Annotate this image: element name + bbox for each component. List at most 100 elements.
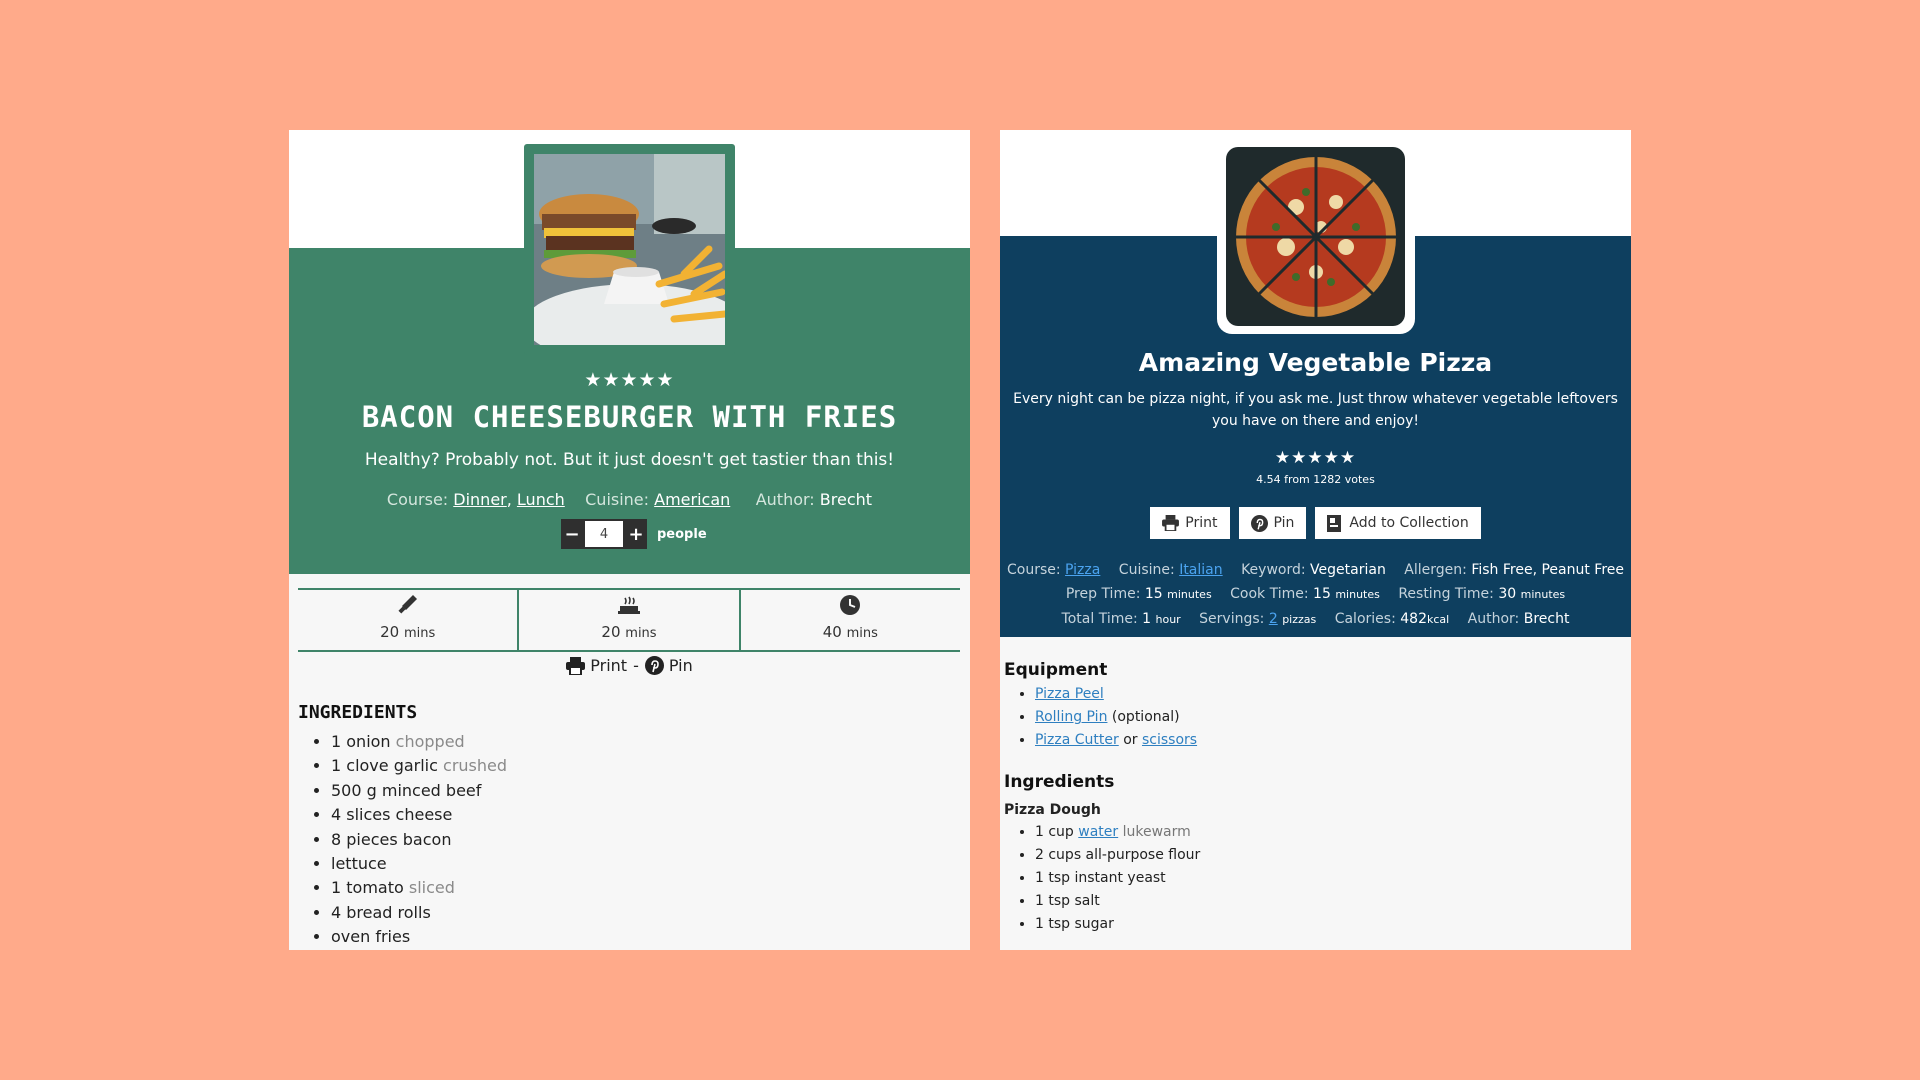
recipe-card-pizza: Amazing Vegetable Pizza Every night can … bbox=[1000, 130, 1631, 950]
total-time-unit: mins bbox=[846, 626, 878, 641]
collection-button-label: Add to Collection bbox=[1349, 515, 1469, 531]
allergen-value: Fish Free, Peanut Free bbox=[1471, 562, 1624, 578]
keyword-value: Vegetarian bbox=[1310, 562, 1386, 578]
recipe-summary: Every night can be pizza night, if you a… bbox=[1013, 391, 1618, 429]
recipe-buttons: Print Pin Add to Collection bbox=[1000, 507, 1631, 539]
pot-icon bbox=[519, 594, 738, 616]
cook-time-value: 20 bbox=[601, 623, 621, 641]
list-item: 1 onion chopped bbox=[331, 730, 507, 754]
pin-button-label: Pin bbox=[1273, 515, 1295, 531]
recipe-actions: Print - Pin bbox=[289, 656, 970, 675]
list-item: 4 bread rolls bbox=[331, 901, 507, 925]
recipe-times: 20 mins 20 mins 40 mins bbox=[298, 588, 960, 652]
recipe-meta: Course: Pizza Cuisine: Italian Keyword: … bbox=[1000, 558, 1631, 632]
meta-row-1: Course: Pizza Cuisine: Italian Keyword: … bbox=[1006, 562, 1624, 578]
meta-row-2: Prep Time: 15 minutes Cook Time: 15 minu… bbox=[1065, 586, 1566, 602]
rating-votes: 4.54 from 1282 votes bbox=[1256, 473, 1375, 486]
recipe-title: Amazing Vegetable Pizza bbox=[1138, 348, 1493, 377]
equipment-link-pizza-peel[interactable]: Pizza Peel bbox=[1035, 686, 1104, 702]
recipe-photo-frame bbox=[524, 144, 735, 355]
list-item: oven fries bbox=[331, 925, 507, 949]
cuisine-link-italian[interactable]: Italian bbox=[1179, 562, 1222, 578]
calories-value: 482 bbox=[1400, 611, 1427, 627]
ingredients-heading: Ingredients bbox=[1004, 772, 1115, 792]
servings-input[interactable]: 4 bbox=[583, 519, 625, 549]
total-time-value: 40 bbox=[822, 623, 842, 641]
equipment-list: Pizza Peel Rolling Pin (optional) Pizza … bbox=[1004, 683, 1624, 752]
recipe-body: Equipment Pizza Peel Rolling Pin (option… bbox=[1004, 660, 1624, 936]
equipment-link-rolling-pin[interactable]: Rolling Pin bbox=[1035, 709, 1107, 725]
cook-time-value: 15 bbox=[1313, 586, 1331, 602]
prep-time-value: 15 bbox=[1144, 586, 1163, 602]
ingredient-link-water[interactable]: water bbox=[1078, 824, 1118, 840]
add-to-collection-button[interactable]: Add to Collection bbox=[1315, 507, 1481, 539]
recipe-summary: Healthy? Probably not. But it just doesn… bbox=[364, 450, 895, 470]
ingredients-heading: INGREDIENTS bbox=[298, 702, 418, 723]
servings-link[interactable]: 2 bbox=[1269, 611, 1278, 627]
author-label: Author: bbox=[755, 490, 815, 509]
meta-row-3: Total Time: 1 hour Servings: 2 pizzas Ca… bbox=[1061, 611, 1570, 627]
list-item: 8 pieces bacon bbox=[331, 828, 507, 852]
recipe-title: BACON CHEESEBURGER WITH FRIES bbox=[361, 400, 898, 434]
pinterest-icon bbox=[644, 656, 664, 675]
equipment-link-scissors[interactable]: scissors bbox=[1142, 732, 1197, 748]
course-link-lunch[interactable]: Lunch bbox=[517, 490, 565, 509]
knife-icon bbox=[298, 594, 517, 616]
cuisine-link-american[interactable]: American bbox=[654, 490, 730, 509]
list-item: 1 tsp sugar bbox=[1035, 913, 1624, 936]
clock-icon bbox=[741, 594, 960, 616]
equipment-heading: Equipment bbox=[1004, 660, 1108, 680]
list-item: 2 cups all-purpose flour bbox=[1035, 844, 1624, 867]
recipe-meta: Course: Dinner, Lunch Cuisine: American … bbox=[289, 490, 970, 509]
list-item: 1 clove garlic crushed bbox=[331, 754, 507, 778]
recipe-photo-frame bbox=[1217, 144, 1415, 334]
list-item: 1 cup water lukewarm bbox=[1035, 821, 1624, 844]
pin-button[interactable]: Pin bbox=[1238, 507, 1307, 539]
servings-decrease-button[interactable]: − bbox=[561, 519, 583, 549]
course-label: Course: bbox=[386, 490, 449, 509]
actions-separator: - bbox=[633, 656, 639, 675]
list-item: Pizza Peel bbox=[1035, 683, 1624, 706]
recipe-card-burger: ★★★★★ BACON CHEESEBURGER WITH FRIES Heal… bbox=[289, 130, 970, 950]
total-time: 40 mins bbox=[738, 590, 960, 650]
rest-time-value: 30 bbox=[1498, 586, 1517, 602]
list-item: Pizza Cutter or scissors bbox=[1035, 729, 1624, 752]
ingredients-list: 1 onion chopped 1 clove garlic crushed 5… bbox=[298, 730, 507, 950]
print-button-label: Print bbox=[1185, 515, 1218, 531]
list-item: 1 tomato sliced bbox=[331, 876, 507, 900]
pin-link[interactable]: Pin bbox=[644, 656, 693, 675]
print-link[interactable]: Print bbox=[566, 656, 627, 675]
printer-icon bbox=[1162, 515, 1180, 531]
course-link-pizza[interactable]: Pizza bbox=[1065, 562, 1100, 578]
star-rating[interactable]: ★★★★★ bbox=[1000, 448, 1631, 468]
course-link-dinner[interactable]: Dinner bbox=[453, 490, 506, 509]
print-button[interactable]: Print bbox=[1150, 507, 1230, 539]
cuisine-label: Cuisine: bbox=[585, 490, 650, 509]
list-item: 4 slices cheese bbox=[331, 803, 507, 827]
collection-icon bbox=[1327, 514, 1342, 532]
cook-time: 20 mins bbox=[517, 590, 738, 650]
cook-time-unit: mins bbox=[625, 626, 657, 641]
course-separator: , bbox=[506, 490, 512, 509]
list-item: lettuce bbox=[331, 852, 507, 876]
list-item: 1 tsp salt bbox=[1035, 890, 1624, 913]
author-name: Brecht bbox=[1523, 611, 1570, 627]
servings-increase-button[interactable]: + bbox=[625, 519, 647, 549]
list-item: 1 tsp instant yeast bbox=[1035, 867, 1624, 890]
servings-unit: people bbox=[657, 526, 707, 542]
printer-icon bbox=[566, 656, 586, 675]
ingredients-list: 1 cup water lukewarm 2 cups all-purpose … bbox=[1004, 821, 1624, 936]
ingredient-group-title: Pizza Dough bbox=[1004, 802, 1101, 818]
burger-photo bbox=[534, 154, 725, 345]
prep-time-unit: mins bbox=[403, 626, 436, 641]
author-name: Brecht bbox=[819, 490, 873, 509]
star-rating[interactable]: ★★★★★ bbox=[289, 369, 970, 391]
pin-label: Pin bbox=[668, 656, 693, 675]
prep-time-value: 20 bbox=[380, 623, 400, 641]
list-item: 500 g minced beef bbox=[331, 779, 507, 803]
prep-time: 20 mins bbox=[298, 590, 517, 650]
servings-adjuster: − 4 + people bbox=[561, 519, 707, 549]
pinterest-icon bbox=[1250, 514, 1268, 532]
total-time-value: 1 bbox=[1142, 611, 1152, 627]
equipment-link-pizza-cutter[interactable]: Pizza Cutter bbox=[1035, 732, 1119, 748]
